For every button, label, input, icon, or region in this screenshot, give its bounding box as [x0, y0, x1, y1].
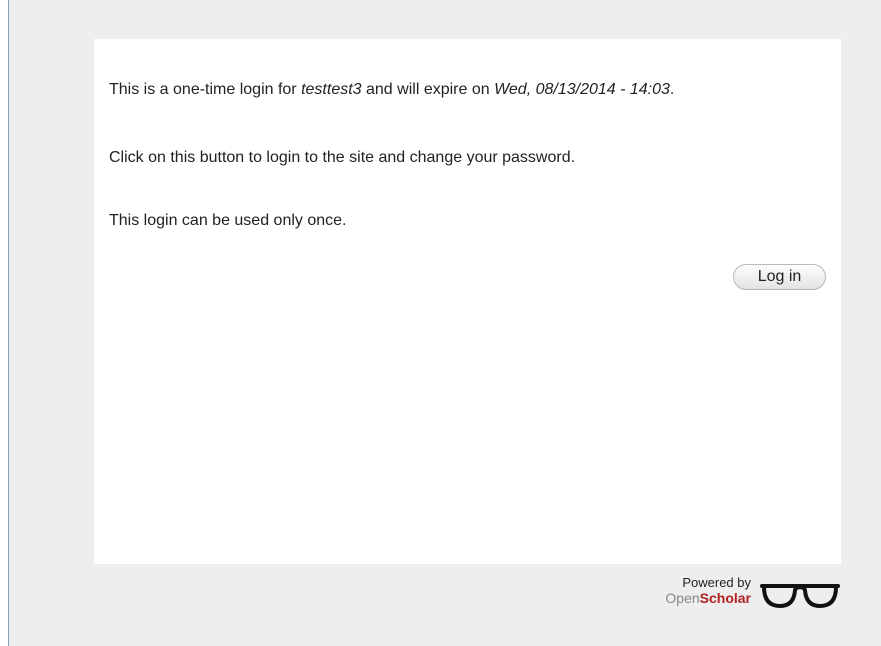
username: testtest3 — [301, 81, 362, 98]
powered-by-openscholar[interactable]: Powered by OpenScholar — [639, 576, 840, 616]
message-middle: and will expire on — [361, 81, 495, 98]
brand-scholar: Scholar — [699, 590, 751, 606]
content-panel: This is a one-time login for testtest3 a… — [94, 39, 841, 564]
expiry-date: Wed, 08/13/2014 - 14:03 — [494, 81, 670, 98]
openscholar-wordmark: OpenScholar — [639, 591, 751, 605]
single-use-notice: This login can be used only once. — [109, 212, 347, 229]
message-prefix: This is a one-time login for — [109, 81, 302, 98]
brand-open: Open — [665, 590, 700, 606]
login-instructions: Click on this button to login to the sit… — [109, 149, 576, 166]
glasses-icon — [760, 584, 840, 609]
page-background: This is a one-time login for testtest3 a… — [8, 0, 881, 646]
message-suffix: . — [669, 81, 675, 98]
one-time-login-message: This is a one-time login for testtest3 a… — [109, 81, 674, 99]
log-in-button[interactable]: Log in — [733, 264, 826, 290]
powered-by-text: Powered by OpenScholar — [639, 576, 751, 605]
powered-by-label: Powered by — [682, 575, 751, 590]
